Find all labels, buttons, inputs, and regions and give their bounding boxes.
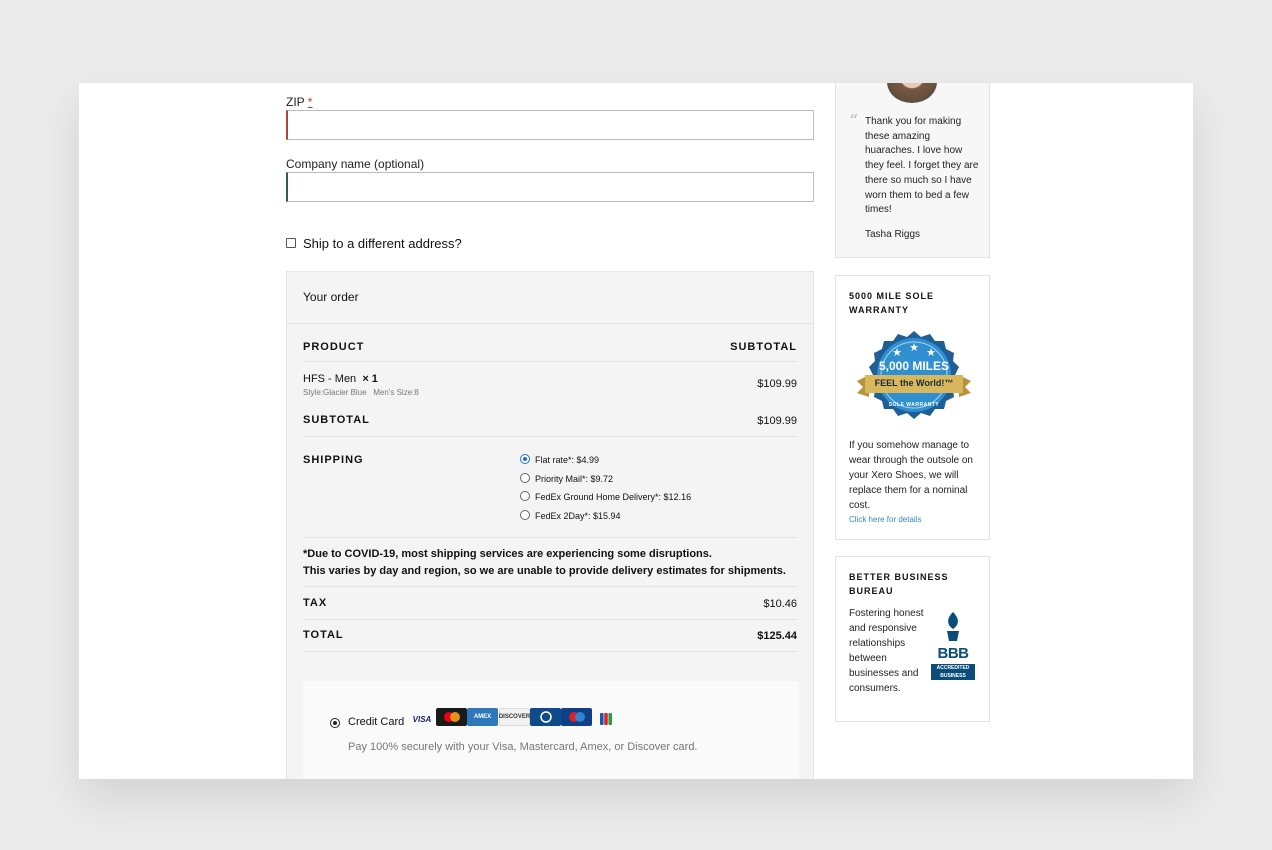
svg-text:★: ★ xyxy=(892,347,902,359)
amex-icon: AMEX xyxy=(467,708,498,726)
zip-label: ZIP * xyxy=(286,95,313,109)
item-name: HFS - Men × 1 xyxy=(303,373,378,385)
badge-ribbon-text: FEEL the World!™ xyxy=(874,378,954,388)
order-review: Your order PRODUCT SUBTOTAL HFS - Men × … xyxy=(286,271,814,779)
shipping-radio-fedex-2day[interactable] xyxy=(520,510,530,520)
credit-card-label[interactable]: Credit Card xyxy=(348,716,404,728)
divider xyxy=(303,361,797,362)
checkout-page: ZIP * Company name (optional) Ship to a … xyxy=(79,83,1193,779)
col-product-header: PRODUCT xyxy=(303,341,365,353)
warranty-details-link[interactable]: Click here for details xyxy=(849,515,921,524)
warranty-text: If you somehow manage to wear through th… xyxy=(849,440,973,511)
subtotal-label: SUBTOTAL xyxy=(303,414,370,426)
ship-different-checkbox[interactable] xyxy=(286,238,296,248)
badge-miles-text: 5,000 MILES xyxy=(878,359,950,373)
divider xyxy=(303,619,797,620)
payment-methods: Credit Card VISA AMEX DISCOVER Pay 100% … xyxy=(303,681,799,779)
jcb-icon xyxy=(599,710,613,728)
warranty-widget: 5000 MILE SOLE WARRANTY ★ ★ ★ 5,000 MILE… xyxy=(835,275,990,540)
required-mark: * xyxy=(307,95,313,109)
zip-input[interactable] xyxy=(286,110,814,140)
order-header: Your order xyxy=(287,272,813,324)
divider xyxy=(303,537,797,538)
shipping-radio-priority[interactable] xyxy=(520,473,530,483)
ship-different-label[interactable]: Ship to a different address? xyxy=(303,236,462,251)
diners-icon xyxy=(530,708,561,726)
order-title: Your order xyxy=(303,290,359,304)
total-value: $125.44 xyxy=(757,630,797,642)
shipping-option-fedex-2day[interactable]: FedEx 2Day*: $15.94 xyxy=(535,511,621,521)
svg-text:★: ★ xyxy=(926,347,936,359)
shipping-option-flat[interactable]: Flat rate*: $4.99 xyxy=(535,455,599,465)
testimonial-widget: “ Thank you for making these amazing hua… xyxy=(835,83,990,258)
bbb-title: BETTER BUSINESS BUREAU xyxy=(849,572,949,596)
divider xyxy=(303,586,797,587)
total-label: TOTAL xyxy=(303,629,344,641)
avatar xyxy=(887,83,937,103)
bbb-logo-sub: ACCREDITED BUSINESS xyxy=(931,664,975,680)
tax-label: TAX xyxy=(303,597,328,609)
company-input[interactable] xyxy=(286,172,814,202)
svg-text:★: ★ xyxy=(909,342,919,354)
quote-icon: “ xyxy=(849,111,859,132)
shipping-option-priority[interactable]: Priority Mail*: $9.72 xyxy=(535,474,613,484)
mastercard-icon xyxy=(436,708,467,726)
shipping-label: SHIPPING xyxy=(303,454,364,466)
tax-value: $10.46 xyxy=(763,598,797,610)
covid-notice: *Due to COVID-19, most shipping services… xyxy=(303,548,786,577)
bbb-text: Fostering honest and responsive relation… xyxy=(849,608,924,694)
visa-icon: VISA xyxy=(412,714,432,724)
subtotal-value: $109.99 xyxy=(757,415,797,427)
bbb-widget: BETTER BUSINESS BUREAU Fostering honest … xyxy=(835,556,990,722)
testimonial-author: Tasha Riggs xyxy=(865,229,921,240)
company-label: Company name (optional) xyxy=(286,157,425,171)
warranty-badge: ★ ★ ★ 5,000 MILES FEEL the World!™ SOLE … xyxy=(855,329,973,429)
testimonial-quote: Thank you for making these amazing huara… xyxy=(865,116,979,216)
warranty-title: 5000 MILE SOLE WARRANTY xyxy=(849,291,935,315)
badge-bottom-text: SOLE WARRANTY xyxy=(888,402,940,408)
divider xyxy=(303,651,797,652)
divider xyxy=(303,436,797,437)
shipping-radio-fedex-ground[interactable] xyxy=(520,491,530,501)
bbb-logo: BBB ACCREDITED BUSINESS xyxy=(931,611,975,686)
discover-icon: DISCOVER xyxy=(499,708,530,726)
item-price: $109.99 xyxy=(757,378,797,390)
shipping-radio-flat[interactable] xyxy=(520,454,530,464)
payment-description: Pay 100% securely with your Visa, Master… xyxy=(348,741,698,753)
col-subtotal-header: SUBTOTAL xyxy=(730,341,797,353)
credit-card-radio[interactable] xyxy=(330,718,340,728)
item-meta: Style:Glacier Blue Men's Size:8 xyxy=(303,388,419,397)
bbb-logo-text: BBB xyxy=(937,645,970,662)
maestro-icon xyxy=(561,708,592,726)
shipping-option-fedex-ground[interactable]: FedEx Ground Home Delivery*: $12.16 xyxy=(535,492,691,502)
